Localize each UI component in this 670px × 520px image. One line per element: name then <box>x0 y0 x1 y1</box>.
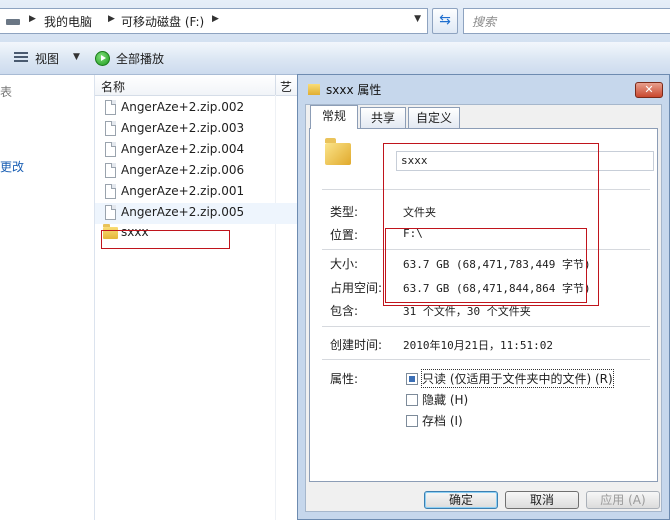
type-value: 文件夹 <box>403 206 436 219</box>
folder-name: sxxx <box>121 225 149 239</box>
dialog-titlebar[interactable]: sxxx 属性 ✕ <box>298 75 669 103</box>
hidden-label[interactable]: 隐藏 (H) <box>422 391 468 408</box>
archive-checkbox[interactable] <box>406 415 418 427</box>
column-name-header[interactable]: 名称 <box>101 78 125 95</box>
file-name: AngerAze+2.zip.006 <box>121 163 245 177</box>
file-icon <box>105 100 116 115</box>
nav-change-link[interactable]: 更改 <box>0 158 24 175</box>
tab-customize[interactable]: 自定义 <box>408 107 460 128</box>
cancel-button[interactable]: 取消 <box>505 491 579 509</box>
breadcrumb-drive[interactable]: 可移动磁盘 (F:) <box>121 13 204 30</box>
archive-label[interactable]: 存档 (I) <box>422 412 463 429</box>
refresh-icon: ⇆ <box>439 12 451 28</box>
folder-icon <box>325 138 351 165</box>
play-all-button[interactable]: 全部播放 <box>116 50 164 67</box>
created-label: 创建时间: <box>330 338 383 352</box>
file-icon <box>105 184 116 199</box>
ok-button[interactable]: 确定 <box>424 491 498 509</box>
file-row[interactable]: AngerAze+2.zip.003 <box>95 119 300 140</box>
nav-fragment: 表 <box>0 85 13 99</box>
location-label: 位置: <box>330 228 359 242</box>
breadcrumb-my-computer[interactable]: 我的电脑 <box>44 13 92 30</box>
contains-label: 包含: <box>330 304 359 318</box>
contains-value: 31 个文件，30 个文件夹 <box>403 305 531 318</box>
play-icon <box>95 51 110 66</box>
tab-general[interactable]: 常规 <box>310 105 358 129</box>
file-row[interactable]: AngerAze+2.zip.005 <box>95 203 300 224</box>
search-input[interactable]: 搜索 <box>463 8 670 34</box>
address-bar[interactable]: ▶ 我的电脑 ▶ 可移动磁盘 (F:) ▶ ▼ <box>0 8 428 34</box>
divider <box>322 249 650 250</box>
tab-sharing[interactable]: 共享 <box>360 107 406 128</box>
close-button[interactable]: ✕ <box>635 82 663 98</box>
size-label: 大小: <box>330 257 359 271</box>
breadcrumb-arrow-icon[interactable]: ▶ <box>29 14 36 24</box>
navigation-pane: 表 更改 <box>0 75 95 520</box>
chevron-down-icon[interactable]: ▼ <box>73 52 80 62</box>
file-row[interactable]: AngerAze+2.zip.001 <box>95 182 300 203</box>
type-label: 类型: <box>330 205 359 219</box>
column-header: 名称 艺 <box>95 75 300 96</box>
folder-row[interactable]: sxxx <box>95 224 300 245</box>
close-icon: ✕ <box>644 83 654 96</box>
chevron-down-icon[interactable]: ▼ <box>414 14 421 24</box>
file-icon <box>105 142 116 157</box>
breadcrumb-arrow-icon[interactable]: ▶ <box>212 14 219 24</box>
breadcrumb-arrow-icon[interactable]: ▶ <box>108 14 115 24</box>
size-on-disk-label: 占用空间: <box>330 281 383 295</box>
file-name: AngerAze+2.zip.004 <box>121 142 245 156</box>
file-row[interactable]: AngerAze+2.zip.006 <box>95 161 300 182</box>
divider <box>322 359 650 360</box>
views-button[interactable]: 视图 <box>35 50 59 67</box>
file-name: AngerAze+2.zip.001 <box>121 184 245 198</box>
file-icon <box>105 121 116 136</box>
attributes-label: 属性: <box>330 372 359 386</box>
file-row[interactable]: AngerAze+2.zip.002 <box>95 98 300 119</box>
hidden-checkbox[interactable] <box>406 394 418 406</box>
command-bar: 视图 ▼ 全部播放 <box>0 42 670 75</box>
file-list: AngerAze+2.zip.002 AngerAze+2.zip.003 An… <box>95 98 300 245</box>
created-value: 2010年10月21日，11:51:02 <box>403 339 553 352</box>
size-on-disk-value: 63.7 GB (68,471,844,864 字节) <box>403 282 591 295</box>
folder-icon <box>103 224 118 239</box>
dialog-body: 常规 共享 自定义 sxxx 类型: 文件夹 位置: F:\ 大小: 63.7 … <box>305 104 662 512</box>
divider <box>322 326 650 327</box>
size-value: 63.7 GB (68,471,783,449 字节) <box>403 258 591 271</box>
search-placeholder: 搜索 <box>472 15 497 29</box>
general-tab-panel: sxxx 类型: 文件夹 位置: F:\ 大小: 63.7 GB (68,471… <box>309 128 658 482</box>
column-divider[interactable] <box>275 75 276 95</box>
location-value: F:\ <box>403 227 423 240</box>
apply-button[interactable]: 应用 (A) <box>586 491 660 509</box>
folder-name-field[interactable]: sxxx <box>396 151 654 171</box>
column-artist-header[interactable]: 艺 <box>280 78 292 95</box>
file-name: AngerAze+2.zip.005 <box>121 205 245 219</box>
properties-dialog: sxxx 属性 ✕ 常规 共享 自定义 sxxx 类型: 文件夹 位置: F:\… <box>297 74 670 520</box>
file-icon <box>105 163 116 178</box>
file-icon <box>105 205 116 220</box>
folder-icon <box>308 84 320 95</box>
readonly-label[interactable]: 只读 (仅适用于文件夹中的文件) (R) <box>421 369 614 388</box>
file-name: AngerAze+2.zip.003 <box>121 121 245 135</box>
views-icon <box>14 52 28 64</box>
refresh-button[interactable]: ⇆ <box>432 8 458 34</box>
dialog-title: sxxx 属性 <box>326 83 382 97</box>
file-row[interactable]: AngerAze+2.zip.004 <box>95 140 300 161</box>
readonly-checkbox[interactable] <box>406 373 418 385</box>
address-row: ▶ 我的电脑 ▶ 可移动磁盘 (F:) ▶ ▼ ⇆ 搜索 <box>0 0 670 42</box>
file-name: AngerAze+2.zip.002 <box>121 100 245 114</box>
divider <box>322 189 650 190</box>
drive-icon <box>6 19 20 25</box>
